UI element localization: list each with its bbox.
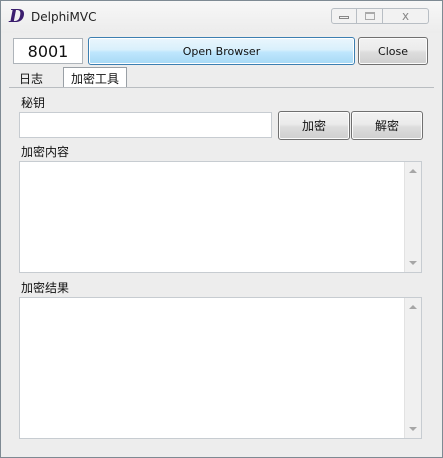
maximize-button[interactable] <box>357 8 383 24</box>
minimize-icon <box>339 16 349 19</box>
maximize-icon <box>364 12 375 20</box>
port-field[interactable]: 8001 <box>13 38 83 64</box>
title-bar[interactable]: D DelphiMVC x <box>1 1 442 33</box>
app-logo-icon: D <box>9 6 25 27</box>
tab-log[interactable]: 日志 <box>11 68 51 88</box>
app-window: D DelphiMVC x 8001 Open Browser Close 日志… <box>0 0 443 458</box>
scroll-down-icon[interactable] <box>409 261 417 265</box>
close-icon: x <box>401 9 410 23</box>
open-browser-button[interactable]: Open Browser <box>88 37 355 65</box>
decrypt-button[interactable]: 解密 <box>351 111 423 140</box>
encrypt-button[interactable]: 加密 <box>278 111 350 140</box>
content-textarea[interactable] <box>19 161 422 273</box>
scroll-up-icon[interactable] <box>409 305 417 309</box>
close-window-button[interactable]: x <box>383 8 429 24</box>
content-scrollbar[interactable] <box>404 162 421 272</box>
scroll-down-icon[interactable] <box>409 427 417 431</box>
result-scrollbar[interactable] <box>404 298 421 438</box>
tab-divider <box>9 87 434 88</box>
close-button[interactable]: Close <box>358 37 428 65</box>
key-input[interactable] <box>19 112 272 138</box>
content-label: 加密内容 <box>21 145 70 159</box>
window-title: DelphiMVC <box>31 10 97 24</box>
tab-encryption-tool[interactable]: 加密工具 <box>63 67 127 88</box>
key-label: 秘钥 <box>21 96 46 110</box>
scroll-up-icon[interactable] <box>409 169 417 173</box>
result-textarea[interactable] <box>19 297 422 439</box>
result-label: 加密结果 <box>21 281 70 295</box>
minimize-button[interactable] <box>331 8 357 24</box>
